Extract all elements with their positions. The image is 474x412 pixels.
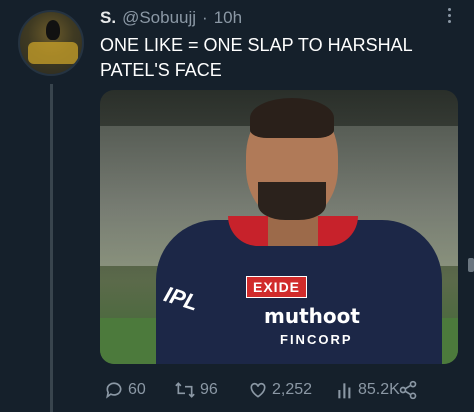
- heart-icon: [248, 380, 268, 400]
- retweet-button[interactable]: 96: [174, 380, 218, 400]
- tweet-actions: 60 96 2,252 85.2K: [100, 378, 460, 402]
- reply-count: 60: [128, 381, 146, 398]
- scrollbar-thumb[interactable]: [468, 258, 474, 272]
- sponsor-fincorp: FINCORP: [280, 332, 353, 347]
- thread-line: [50, 84, 53, 412]
- timestamp[interactable]: 10h: [214, 8, 242, 28]
- tweet-media-image[interactable]: IPL EXIDE muthoot FINCORP: [100, 90, 458, 364]
- sponsor-exide: EXIDE: [246, 276, 308, 298]
- separator: ·: [202, 8, 208, 27]
- reply-icon: [104, 380, 124, 400]
- retweet-count: 96: [200, 381, 218, 398]
- avatar[interactable]: [18, 10, 84, 76]
- share-icon: [398, 380, 418, 400]
- retweet-icon: [174, 380, 196, 400]
- tweet-header: S. @Sobuujj · 10h: [100, 8, 242, 28]
- views-button[interactable]: 85.2K: [336, 380, 400, 400]
- author-handle[interactable]: @Sobuujj: [122, 8, 196, 28]
- views-count: 85.2K: [358, 381, 400, 398]
- like-button[interactable]: 2,252: [248, 380, 312, 400]
- views-icon: [336, 380, 354, 400]
- tweet-text: ONE LIKE = ONE SLAP TO HARSHAL PATEL'S F…: [100, 35, 412, 80]
- sponsor-muthoot: muthoot: [264, 304, 360, 328]
- more-icon[interactable]: [444, 8, 454, 26]
- share-button[interactable]: [398, 380, 418, 400]
- author-name[interactable]: S.: [100, 8, 116, 28]
- reply-button[interactable]: 60: [104, 380, 146, 400]
- like-count: 2,252: [272, 381, 313, 398]
